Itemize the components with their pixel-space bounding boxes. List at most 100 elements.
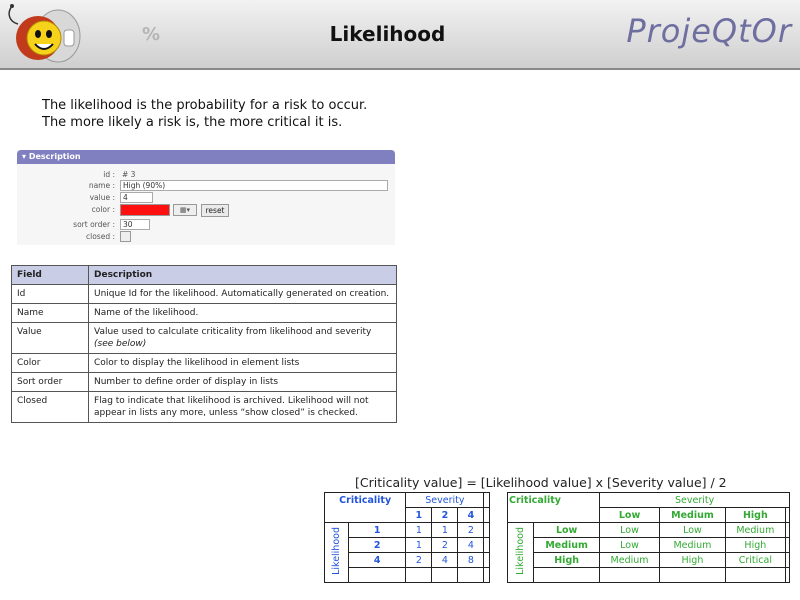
intro-line-1: The likelihood is the probability for a …	[42, 98, 368, 113]
description-cell: Name of the likelihood.	[88, 303, 397, 323]
closed-checkbox[interactable]	[120, 231, 131, 242]
likelihood-axis-label: Likelihood	[324, 522, 349, 583]
matrix-cell: High	[725, 537, 786, 553]
empty-cell	[431, 567, 459, 583]
table-header-row: Field Description	[11, 265, 397, 285]
name-input[interactable]: High (90%)	[120, 180, 388, 191]
likelihood-axis-label: Likelihood	[507, 522, 534, 583]
col-head: Medium	[658, 507, 727, 523]
field-cell: Closed	[11, 391, 89, 423]
empty-cell	[483, 492, 490, 508]
matrix-cell: Low	[599, 537, 660, 553]
matrix-cell: 4	[457, 537, 485, 553]
empty-cell	[347, 567, 407, 583]
description-section-header[interactable]: ▾ Description	[17, 150, 395, 164]
matrix-cell: Critical	[725, 552, 786, 568]
value-label: value :	[89, 193, 115, 202]
header-bar: % Likelihood ProjeQtOr	[0, 0, 800, 70]
row-head: Medium	[532, 537, 601, 553]
reset-button[interactable]: reset	[201, 204, 229, 217]
empty-cell	[405, 567, 433, 583]
table-row: Value Value used to calculate criticalit…	[11, 322, 397, 354]
empty-cell	[506, 507, 601, 523]
severity-header: Severity	[405, 492, 485, 508]
id-value: # 3	[122, 170, 136, 179]
matrix-cell: Medium	[658, 537, 727, 553]
table-row: Color Color to display the likelihood in…	[11, 353, 397, 373]
criticality-header: Criticality	[506, 492, 601, 508]
intro-text: The likelihood is the probability for a …	[42, 97, 367, 131]
closed-label: closed :	[86, 232, 115, 241]
criticality-value-matrix: Criticality Severity 1 2 4 Likelihood 1 …	[323, 492, 490, 583]
table-row: Closed Flag to indicate that likelihood …	[11, 391, 397, 423]
empty-cell	[658, 567, 727, 583]
criticality-header: Criticality	[323, 492, 407, 508]
matrix-cell: 4	[431, 552, 459, 568]
table-row: Sort order Number to define order of dis…	[11, 372, 397, 392]
intro-line-2: The more likely a risk is, the more crit…	[42, 115, 343, 130]
matrix-cell: Low	[658, 522, 727, 538]
field-cell: Sort order	[11, 372, 89, 392]
description-cell: Value used to calculate criticality from…	[88, 322, 397, 354]
page: % Likelihood ProjeQtOr The likelihood is…	[0, 0, 800, 600]
field-cell: Name	[11, 303, 89, 323]
col-head: 2	[431, 507, 459, 523]
severity-header: Severity	[599, 492, 790, 508]
form-row-color: color : ▦▾ reset	[17, 204, 395, 218]
matrix-cell: 1	[405, 537, 433, 553]
col-head: Low	[599, 507, 660, 523]
table-row: Name Name of the likelihood.	[11, 303, 397, 323]
criticality-formula: [Criticality value] = [Likelihood value]…	[355, 475, 727, 490]
description-text: Value used to calculate criticality from…	[94, 327, 372, 337]
matrix-cell: Low	[599, 522, 660, 538]
form-row-name: name : High (90%)	[17, 180, 395, 192]
empty-cell	[784, 522, 791, 538]
value-input[interactable]: 4	[120, 192, 153, 203]
form-row-closed: closed :	[17, 231, 395, 243]
empty-cell	[784, 537, 791, 553]
empty-cell	[483, 567, 490, 583]
row-head: 1	[347, 522, 407, 538]
empty-cell	[725, 567, 786, 583]
matrix-cell: 1	[405, 522, 433, 538]
row-head: Low	[532, 522, 601, 538]
field-cell: Color	[11, 353, 89, 373]
matrix-cell: 1	[431, 522, 459, 538]
form-row-sort-order: sort order : 30	[17, 219, 395, 231]
header-field: Field	[11, 265, 89, 285]
description-cell: Number to define order of display in lis…	[88, 372, 397, 392]
sort-order-label: sort order :	[73, 220, 115, 229]
color-label: color :	[91, 205, 115, 214]
description-note: (see below)	[94, 339, 147, 349]
col-head: 1	[405, 507, 433, 523]
empty-cell	[483, 537, 490, 553]
description-form: ▾ Description id : # 3 name : High (90%)…	[17, 150, 395, 245]
empty-cell	[532, 567, 601, 583]
matrix-cell: 2	[431, 537, 459, 553]
section-title: Description	[28, 152, 81, 161]
id-label: id :	[103, 170, 115, 179]
color-picker-button[interactable]: ▦▾	[173, 204, 197, 216]
form-row-value: value : 4	[17, 192, 395, 204]
empty-cell	[483, 522, 490, 538]
row-head: 2	[347, 537, 407, 553]
empty-cell	[457, 567, 485, 583]
name-label: name :	[88, 181, 115, 190]
empty-cell	[784, 567, 791, 583]
brand-logo-text: ProjeQtOr	[626, 12, 792, 50]
matrix-cell: 8	[457, 552, 485, 568]
matrix-cell: Medium	[599, 552, 660, 568]
col-head: 4	[457, 507, 485, 523]
empty-cell	[323, 507, 407, 523]
col-head: High	[725, 507, 786, 523]
criticality-name-matrix: Criticality Severity Low Medium High Lik…	[506, 492, 791, 583]
description-cell: Unique Id for the likelihood. Automatica…	[88, 284, 397, 304]
empty-cell	[483, 552, 490, 568]
color-swatch[interactable]	[120, 204, 170, 216]
matrix-cell: 2	[457, 522, 485, 538]
row-head: 4	[347, 552, 407, 568]
field-cell: Id	[11, 284, 89, 304]
table-row: Id Unique Id for the likelihood. Automat…	[11, 284, 397, 304]
sort-order-input[interactable]: 30	[120, 219, 150, 230]
matrix-cell: Medium	[725, 522, 786, 538]
